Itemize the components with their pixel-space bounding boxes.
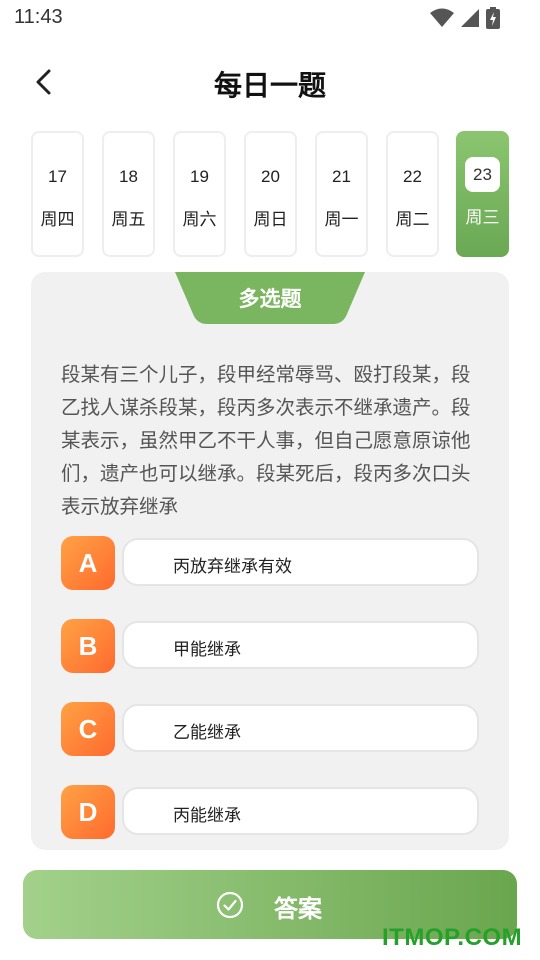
question-text: 段某有三个儿子，段甲经常辱骂、殴打段某，段乙找人谋杀段某，段丙多次表示不继承遗产…	[61, 363, 471, 518]
date-day: 21	[332, 167, 351, 186]
wifi-icon	[430, 8, 454, 32]
page-title: 每日一题	[213, 69, 326, 102]
option-box[interactable]: 甲能继承	[122, 621, 479, 669]
date-weekday: 周五	[111, 210, 146, 230]
option-text: 乙能继承	[173, 723, 241, 743]
date-card-20[interactable]: 20 周日	[244, 131, 297, 257]
date-card-19[interactable]: 19 周六	[173, 131, 226, 257]
date-weekday: 周六	[182, 210, 217, 230]
option-d[interactable]: D 丙能继承	[61, 785, 479, 839]
date-weekday: 周四	[40, 210, 75, 230]
date-weekday: 周二	[395, 210, 430, 230]
option-b[interactable]: B 甲能继承	[61, 619, 479, 673]
check-circle-icon	[216, 891, 244, 919]
option-letter: C	[61, 702, 115, 756]
option-text: 丙能继承	[173, 806, 241, 826]
date-day: 18	[119, 167, 138, 186]
date-day: 20	[261, 167, 280, 186]
option-letter: A	[61, 536, 115, 590]
option-c[interactable]: C 乙能继承	[61, 702, 479, 756]
date-card-18[interactable]: 18 周五	[102, 131, 155, 257]
date-weekday: 周三	[465, 208, 500, 228]
answer-button-label: 答案	[274, 895, 322, 923]
status-bar: 11:43	[0, 0, 540, 36]
option-box[interactable]: 乙能继承	[122, 704, 479, 752]
option-box[interactable]: 丙放弃继承有效	[122, 538, 479, 586]
date-card-21[interactable]: 21 周一	[315, 131, 368, 257]
date-day: 17	[48, 167, 67, 186]
date-card-17[interactable]: 17 周四	[31, 131, 84, 257]
header: 每日一题	[0, 56, 540, 108]
battery-icon	[486, 7, 500, 33]
question-card: 多选题 段某有三个儿子，段甲经常辱骂、殴打段某，段乙找人谋杀段某，段丙多次表示不…	[31, 272, 509, 850]
signal-icon	[460, 8, 480, 32]
date-card-23-selected[interactable]: 23 周三	[456, 131, 509, 257]
date-selector: 17 周四 18 周五 19 周六 20 周日 21 周一 22 周二 23 周…	[31, 131, 511, 257]
option-text: 丙放弃继承有效	[173, 557, 292, 577]
date-day: 22	[403, 167, 422, 186]
status-time: 11:43	[14, 6, 63, 28]
watermark: ITMOP.COM	[382, 924, 523, 951]
date-weekday: 周日	[253, 210, 288, 230]
option-box[interactable]: 丙能继承	[122, 787, 479, 835]
date-day: 19	[190, 167, 209, 186]
option-letter: D	[61, 785, 115, 839]
date-day: 23	[465, 157, 500, 192]
option-letter: B	[61, 619, 115, 673]
status-icons	[430, 7, 500, 33]
option-a[interactable]: A 丙放弃继承有效	[61, 536, 479, 590]
date-weekday: 周一	[324, 210, 359, 230]
option-text: 甲能继承	[173, 640, 241, 660]
question-type-tab: 多选题	[175, 272, 365, 324]
date-card-22[interactable]: 22 周二	[386, 131, 439, 257]
question-type-label: 多选题	[238, 287, 302, 311]
